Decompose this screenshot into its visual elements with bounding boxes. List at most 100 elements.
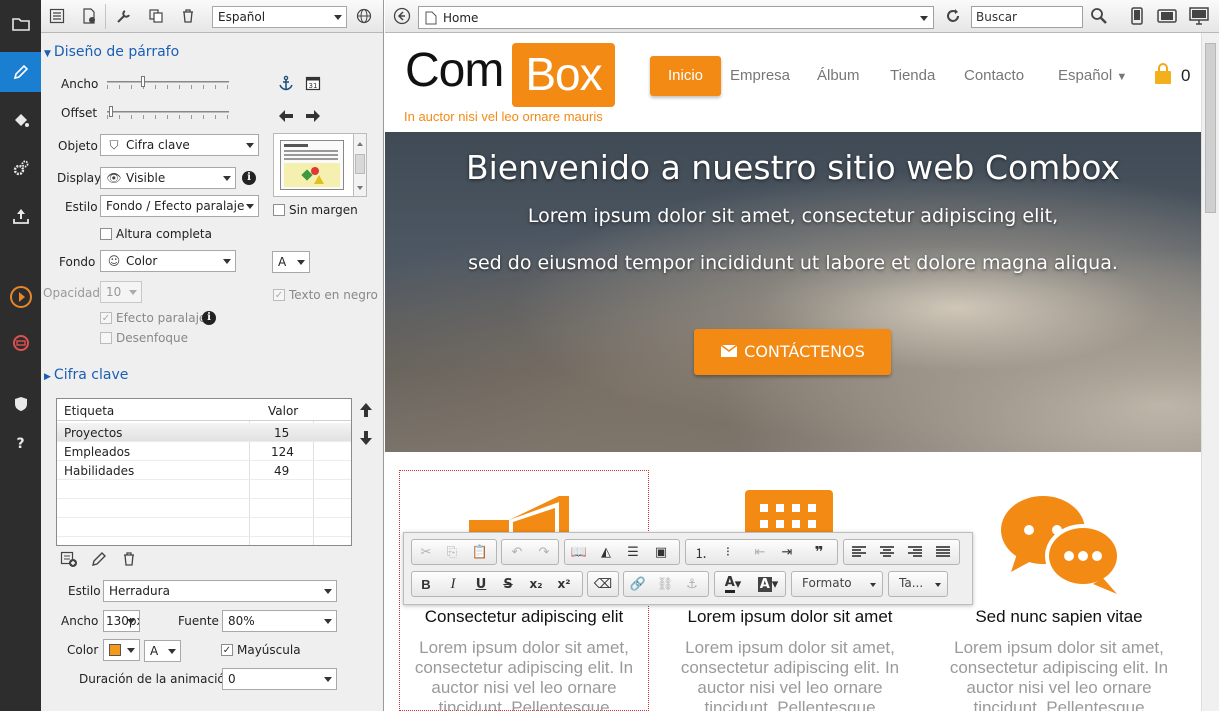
add-row-icon[interactable] — [59, 549, 79, 569]
indent-icon[interactable]: ⇥ — [777, 543, 797, 561]
style-select[interactable]: Fondo / Efecto paralaje — [100, 195, 259, 217]
wrench-icon[interactable] — [114, 6, 134, 26]
parallax-info-icon[interactable]: i — [202, 311, 216, 325]
uppercase-checkbox[interactable]: ✓ Mayúscula — [221, 643, 301, 657]
anchor-link-icon[interactable]: ⚓ — [682, 575, 702, 593]
search-input[interactable]: Buscar — [971, 6, 1083, 28]
contact-button[interactable]: CONTÁCTENOS — [694, 329, 891, 375]
url-select[interactable]: Home — [418, 6, 934, 29]
horizontal-rule-icon[interactable]: ☰ — [623, 543, 643, 561]
calendar-icon[interactable]: 31 — [303, 73, 323, 93]
justify-icon[interactable] — [933, 543, 953, 561]
mobile-view-icon[interactable] — [1127, 6, 1147, 26]
move-up-icon[interactable] — [356, 400, 376, 420]
width-slider[interactable] — [107, 75, 229, 89]
full-height-checkbox[interactable]: Altura completa — [100, 227, 212, 241]
arrow-left-icon[interactable] — [276, 106, 296, 126]
tablet-view-icon[interactable] — [1157, 6, 1177, 26]
copy-icon[interactable] — [146, 6, 166, 26]
move-down-icon[interactable] — [356, 428, 376, 448]
preview-scrollbar[interactable] — [353, 133, 367, 197]
nav-item-contacto[interactable]: Contacto — [964, 56, 1024, 96]
blockquote-icon[interactable]: ❞ — [809, 543, 829, 561]
back-icon[interactable] — [392, 6, 412, 26]
figure-style-select[interactable]: Herradura — [103, 580, 337, 602]
pencil-icon[interactable] — [0, 52, 41, 92]
color-picker[interactable] — [103, 639, 140, 661]
section-key-figures[interactable]: ▶ Cifra clave — [44, 367, 128, 383]
background-select[interactable]: ☺ Color — [100, 250, 236, 272]
unlink-icon[interactable]: ⛓ — [655, 575, 675, 593]
scrollbar-thumb[interactable] — [1205, 43, 1216, 213]
format-combo[interactable]: Formato — [791, 571, 883, 597]
book-icon[interactable]: 📖 — [569, 543, 589, 561]
nav-item-tienda[interactable]: Tienda — [890, 56, 935, 96]
edit-row-icon[interactable] — [89, 549, 109, 569]
black-text-checkbox[interactable]: ✓ Texto en negro — [273, 288, 378, 302]
gears-icon[interactable] — [0, 148, 41, 188]
bullet-list-icon[interactable]: ⁝ — [718, 543, 738, 561]
shield-icon[interactable] — [0, 384, 41, 424]
outdent-icon[interactable]: ⇤ — [750, 543, 770, 561]
display-select[interactable]: 👁 Visible — [100, 167, 236, 189]
font-color-icon[interactable]: A ▾ — [719, 575, 747, 593]
underline-icon[interactable]: U — [471, 575, 491, 593]
table-row[interactable]: Empleados 124 — [57, 442, 351, 461]
paint-bucket-icon[interactable] — [0, 100, 41, 140]
preview-scrollbar[interactable] — [1201, 33, 1219, 711]
help-icon[interactable]: ? — [0, 424, 41, 464]
table-row[interactable]: Proyectos 15 — [57, 423, 351, 442]
parallax-checkbox[interactable]: ✓ Efecto paralaje — [100, 311, 206, 325]
redo-icon[interactable]: ↷ — [534, 543, 554, 561]
section-paragraph-design[interactable]: ▼ Diseño de párrafo — [44, 44, 179, 60]
cart-icon[interactable] — [1153, 56, 1173, 96]
trash-icon[interactable] — [178, 6, 198, 26]
no-margin-checkbox[interactable]: Sin margen — [273, 203, 358, 217]
figure-width-select[interactable]: 130px — [103, 610, 140, 632]
nav-item-inicio[interactable]: Inicio — [650, 56, 722, 96]
globe-icon[interactable] — [354, 6, 374, 26]
logo-text[interactable]: Com — [405, 43, 504, 98]
source-icon[interactable]: ▣ — [651, 543, 671, 561]
search-icon[interactable] — [1089, 6, 1109, 26]
object-select[interactable]: ⛉ Cifra clave — [100, 134, 259, 156]
layout-preview[interactable] — [273, 133, 359, 197]
paste-icon[interactable]: 📋 — [470, 543, 490, 561]
desktop-view-icon[interactable] — [1189, 6, 1209, 26]
offset-slider[interactable] — [107, 105, 229, 119]
image-icon[interactable]: ◭ — [596, 543, 616, 561]
font-style-select[interactable]: A — [272, 251, 310, 273]
copy-text-icon[interactable]: ⎘ — [442, 543, 462, 561]
figure-font-select[interactable]: A — [144, 640, 181, 662]
nav-item-album[interactable]: Álbum — [817, 56, 860, 96]
play-circle-icon[interactable] — [0, 277, 41, 317]
link-icon[interactable]: 🔗 — [628, 575, 648, 593]
superscript-icon[interactable]: x² — [554, 575, 574, 593]
nav-item-empresa[interactable]: Empresa — [730, 56, 790, 96]
folder-icon[interactable] — [0, 4, 41, 44]
eraser-icon[interactable]: ⌫ — [593, 575, 613, 593]
align-right-icon[interactable] — [905, 543, 925, 561]
opacity-select[interactable]: 10 — [100, 281, 142, 303]
bold-icon[interactable]: B — [416, 575, 436, 593]
undo-icon[interactable]: ↶ — [507, 543, 527, 561]
cut-icon[interactable]: ✂ — [416, 543, 436, 561]
list-icon[interactable] — [47, 6, 67, 26]
refresh-icon[interactable] — [943, 6, 963, 26]
blur-checkbox[interactable]: Desenfoque — [100, 331, 188, 345]
new-page-icon[interactable] — [79, 6, 99, 26]
subscript-icon[interactable]: x₂ — [526, 575, 546, 593]
table-row[interactable]: Habilidades 49 — [57, 461, 351, 480]
size-combo[interactable]: Ta... — [888, 571, 948, 597]
upload-icon[interactable] — [0, 196, 41, 236]
nav-item-language[interactable]: Español ▼ — [1058, 56, 1127, 96]
logo-box[interactable]: Box — [512, 43, 615, 107]
background-color-icon[interactable]: A ▾ — [753, 575, 783, 593]
animation-duration-select[interactable]: 0 — [222, 668, 337, 690]
italic-icon[interactable]: I — [443, 575, 463, 593]
numbered-list-icon[interactable]: ⒈ — [691, 543, 711, 562]
align-left-icon[interactable] — [849, 543, 869, 561]
anchor-icon[interactable] — [276, 73, 296, 93]
align-center-icon[interactable] — [877, 543, 897, 561]
info-icon[interactable]: i — [242, 171, 256, 185]
